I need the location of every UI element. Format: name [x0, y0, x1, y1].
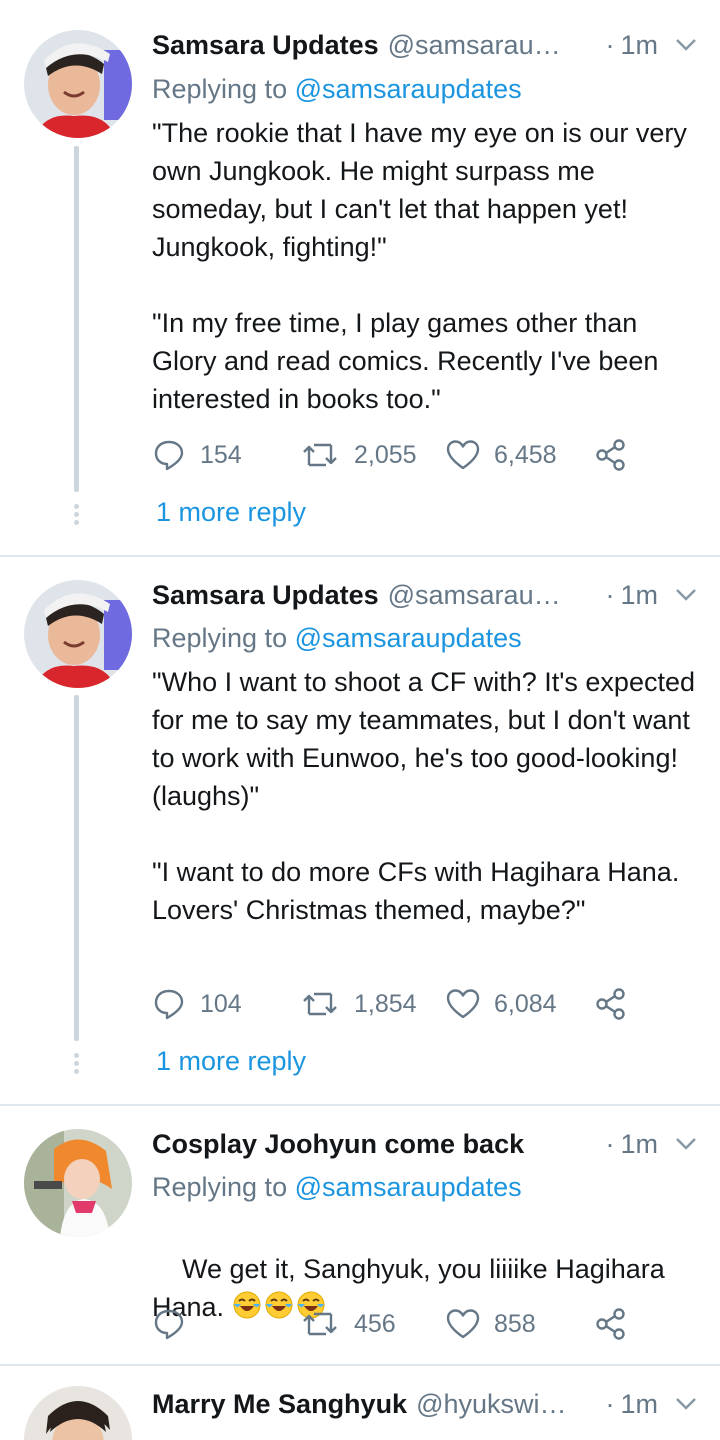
like-icon	[446, 1308, 480, 1340]
reply-button[interactable]: 154	[152, 435, 242, 475]
reply-button[interactable]: 104	[152, 984, 242, 1024]
tweet-text: "The rookie that I have my eye on is our…	[152, 118, 687, 414]
chevron-down-icon[interactable]	[672, 1390, 700, 1418]
tweet-actions: 154 2,055 6,458	[152, 435, 652, 475]
like-count: 6,084	[494, 989, 557, 1018]
retweet-button[interactable]: 1,854	[300, 984, 417, 1024]
timestamp[interactable]: 1m	[605, 30, 658, 61]
avatar[interactable]	[24, 580, 132, 688]
like-count: 858	[494, 1309, 536, 1338]
tweet-header: Marry Me Sanghyuk @hyukswi… 1m	[152, 1384, 700, 1424]
retweet-count: 456	[354, 1309, 396, 1338]
display-name[interactable]: Samsara Updates	[152, 580, 379, 611]
reply-icon	[152, 438, 186, 472]
tweet-header: Cosplay Joohyun come back 1m	[152, 1124, 700, 1164]
replying-to: Replying to @samsaraupdates	[152, 623, 522, 654]
thread-dots	[73, 504, 80, 528]
tweet-header: Samsara Updates @samsarau… 1m	[152, 25, 700, 65]
mention-link[interactable]: @samsaraupdates	[295, 1172, 522, 1202]
share-button[interactable]	[594, 1304, 628, 1344]
tweet-actions: 104 1,854 6,084	[152, 984, 652, 1024]
timestamp[interactable]: 1m	[605, 580, 658, 611]
replying-to: Replying to @samsaraupdates	[152, 1172, 522, 1203]
retweet-count: 2,055	[354, 440, 417, 469]
like-count: 6,458	[494, 440, 557, 469]
like-button[interactable]: 6,458	[446, 435, 557, 475]
mention-link[interactable]: @samsaraupdates	[295, 74, 522, 104]
tweet-3[interactable]: Cosplay Joohyun come back 1m Replying to…	[0, 1106, 720, 1364]
like-icon	[446, 439, 480, 471]
retweet-icon	[300, 1309, 340, 1339]
display-name[interactable]: Marry Me Sanghyuk	[152, 1389, 407, 1420]
timestamp[interactable]: 1m	[605, 1389, 658, 1420]
reply-count: 154	[200, 440, 242, 469]
retweet-icon	[300, 989, 340, 1019]
share-icon	[594, 1307, 628, 1341]
thread-dots	[73, 1053, 80, 1077]
timestamp[interactable]: 1m	[605, 1129, 658, 1160]
replying-label: Replying to	[152, 623, 288, 653]
retweet-icon	[300, 440, 340, 470]
tweet-1[interactable]: Samsara Updates @samsarau… 1m Replying t…	[0, 0, 720, 556]
retweet-count: 1,854	[354, 989, 417, 1018]
display-name[interactable]: Cosplay Joohyun come back	[152, 1129, 524, 1160]
chevron-down-icon[interactable]	[672, 31, 700, 59]
replying-label: Replying to	[152, 74, 288, 104]
avatar[interactable]	[24, 1386, 132, 1440]
tweet-2[interactable]: Samsara Updates @samsarau… 1m Replying t…	[0, 557, 720, 1105]
like-button[interactable]: 6,084	[446, 984, 557, 1024]
retweet-button[interactable]: 2,055	[300, 435, 417, 475]
share-button[interactable]	[594, 984, 628, 1024]
thread-line	[74, 146, 79, 492]
thread-line	[74, 695, 79, 1041]
tweet-text: "Who I want to shoot a CF with? It's exp…	[152, 667, 695, 925]
like-icon	[446, 988, 480, 1020]
tweet-header: Samsara Updates @samsarau… 1m	[152, 575, 700, 615]
username[interactable]: @samsarau…	[388, 30, 561, 61]
replying-to: Replying to @samsaraupdates	[152, 74, 522, 105]
reply-count: 104	[200, 989, 242, 1018]
tweet-4[interactable]: Marry Me Sanghyuk @hyukswi… 1m	[0, 1366, 720, 1440]
chevron-down-icon[interactable]	[672, 1130, 700, 1158]
more-reply-link[interactable]: 1 more reply	[156, 497, 306, 528]
share-button[interactable]	[594, 435, 628, 475]
tweet-actions: 456 858	[152, 1304, 652, 1344]
more-reply-link[interactable]: 1 more reply	[156, 1046, 306, 1077]
display-name[interactable]: Samsara Updates	[152, 30, 379, 61]
retweet-button[interactable]: 456	[300, 1304, 396, 1344]
chevron-down-icon[interactable]	[672, 581, 700, 609]
avatar[interactable]	[24, 30, 132, 138]
avatar[interactable]	[24, 1129, 132, 1237]
username[interactable]: @samsarau…	[388, 580, 561, 611]
share-icon	[594, 438, 628, 472]
username[interactable]: @hyukswi…	[416, 1389, 566, 1420]
reply-icon	[152, 1307, 186, 1341]
reply-button[interactable]	[152, 1304, 186, 1344]
mention-link[interactable]: @samsaraupdates	[295, 623, 522, 653]
replying-label: Replying to	[152, 1172, 288, 1202]
share-icon	[594, 987, 628, 1021]
reply-icon	[152, 987, 186, 1021]
like-button[interactable]: 858	[446, 1304, 536, 1344]
